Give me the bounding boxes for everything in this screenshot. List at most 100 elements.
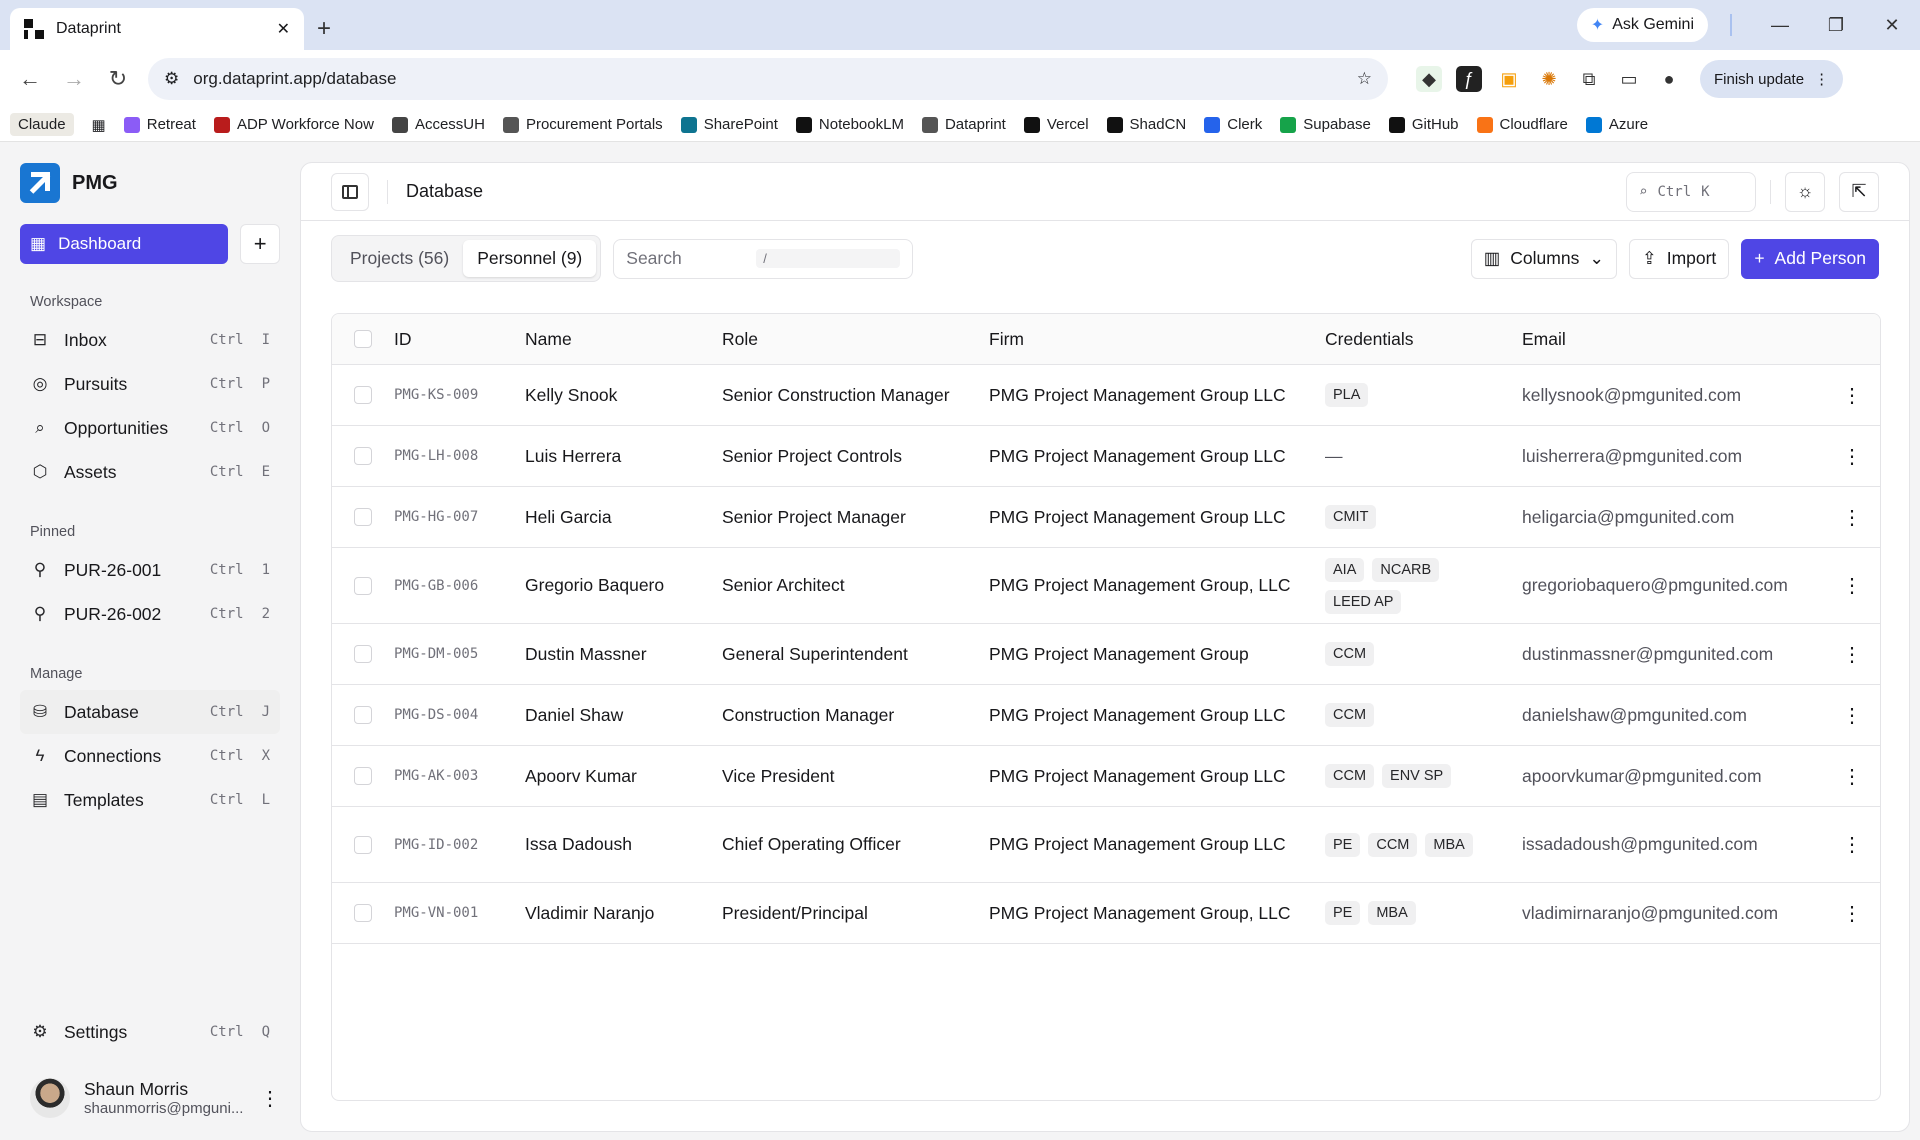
sidebar-item-templates[interactable]: ▤ Templates Ctrl L xyxy=(20,778,280,822)
add-person-button[interactable]: + Add Person xyxy=(1741,238,1879,279)
row-checkbox[interactable] xyxy=(354,447,372,465)
close-window-icon[interactable]: ✕ xyxy=(1864,15,1920,36)
sidebar-item-assets[interactable]: ⬡ Assets Ctrl E xyxy=(20,450,280,494)
back-icon[interactable]: ← xyxy=(10,59,50,99)
header-id[interactable]: ID xyxy=(394,329,525,350)
bookmark-dataprint[interactable]: Dataprint xyxy=(921,116,1006,133)
ask-gemini-button[interactable]: ✦ Ask Gemini xyxy=(1576,8,1708,42)
extension-icon[interactable]: ▣ xyxy=(1496,66,1522,92)
row-checkbox[interactable] xyxy=(354,645,372,663)
finish-update-button[interactable]: Finish update ⋮ xyxy=(1700,60,1844,98)
sidebar-item-pursuits[interactable]: ◎ Pursuits Ctrl P xyxy=(20,362,280,406)
browser-tab[interactable]: Dataprint ✕ xyxy=(10,8,304,50)
table-row[interactable]: PMG-GB-006 Gregorio Baquero Senior Archi… xyxy=(332,548,1880,624)
table-row[interactable]: PMG-AK-003 Apoorv Kumar Vice President P… xyxy=(332,746,1880,807)
sidebar-item-database[interactable]: ⛁ Database Ctrl J xyxy=(20,690,280,734)
header-firm[interactable]: Firm xyxy=(989,329,1325,350)
close-tab-icon[interactable]: ✕ xyxy=(277,19,290,39)
row-checkbox[interactable] xyxy=(354,706,372,724)
bookmark-clerk[interactable]: Clerk xyxy=(1204,116,1262,133)
sidebar-item-settings[interactable]: ⚙ Settings Ctrl Q xyxy=(20,1010,280,1054)
apps-icon[interactable]: ▦ xyxy=(92,116,106,134)
row-checkbox[interactable] xyxy=(354,904,372,922)
row-menu-icon[interactable]: ⋮ xyxy=(1824,703,1880,728)
url-text: org.dataprint.app/database xyxy=(193,69,397,88)
header-name[interactable]: Name xyxy=(525,329,722,350)
select-all-checkbox[interactable] xyxy=(354,330,372,348)
table-row[interactable]: PMG-HG-007 Heli Garcia Senior Project Ma… xyxy=(332,487,1880,548)
bookmark-vercel[interactable]: Vercel xyxy=(1023,116,1089,133)
claude-extension-icon[interactable]: ✺ xyxy=(1536,66,1562,92)
header-email[interactable]: Email xyxy=(1522,329,1824,350)
tab-personnel[interactable]: Personnel (9) xyxy=(463,240,597,277)
new-tab-button[interactable]: + xyxy=(304,8,344,50)
theme-toggle-button[interactable]: ☼ xyxy=(1785,171,1825,212)
bookmark-claude[interactable]: Claude xyxy=(10,113,74,136)
command-search-button[interactable]: ⌕ Ctrl K xyxy=(1626,171,1756,212)
sidebar-item-pur-26-002[interactable]: ⚲ PUR-26-002 Ctrl 2 xyxy=(20,592,280,636)
bookmark-shadcn[interactable]: ShadCN xyxy=(1106,116,1186,133)
puzzle-icon[interactable]: ⧉ xyxy=(1576,66,1602,92)
profile-icon[interactable]: ● xyxy=(1656,66,1682,92)
bookmark-procurement-portals[interactable]: Procurement Portals xyxy=(502,116,663,133)
table-row[interactable]: PMG-VN-001 Vladimir Naranjo President/Pr… xyxy=(332,883,1880,944)
user-profile[interactable]: Shaun Morris shaunmorris@pmguni... ⋮ xyxy=(30,1078,280,1118)
table-row[interactable]: PMG-ID-002 Issa Dadoush Chief Operating … xyxy=(332,807,1880,883)
columns-button[interactable]: ▥ Columns ⌄ xyxy=(1470,238,1618,279)
external-link-button[interactable]: ⇱ xyxy=(1839,171,1879,212)
row-menu-icon[interactable]: ⋮ xyxy=(1824,383,1880,408)
bookmark-cloudflare[interactable]: Cloudflare xyxy=(1476,116,1568,133)
search-input[interactable]: Search / xyxy=(613,238,914,279)
add-button[interactable]: + xyxy=(240,224,280,264)
table-row[interactable]: PMG-LH-008 Luis Herrera Senior Project C… xyxy=(332,426,1880,487)
bookmark-accessuh[interactable]: AccessUH xyxy=(391,116,485,133)
minimize-icon[interactable]: — xyxy=(1752,15,1808,36)
reload-icon[interactable]: ↻ xyxy=(98,59,138,99)
header-credentials[interactable]: Credentials xyxy=(1325,329,1522,350)
sidebar-item-connections[interactable]: ϟ Connections Ctrl X xyxy=(20,734,280,778)
bookmark-retreat[interactable]: Retreat xyxy=(123,116,196,133)
sidebar-item-pur-26-001[interactable]: ⚲ PUR-26-001 Ctrl 1 xyxy=(20,548,280,592)
row-menu-icon[interactable]: ⋮ xyxy=(1824,764,1880,789)
row-checkbox[interactable] xyxy=(354,835,372,854)
cast-icon[interactable]: ▭ xyxy=(1616,66,1642,92)
table-row[interactable]: PMG-DS-004 Daniel Shaw Construction Mana… xyxy=(332,685,1880,746)
bolt-icon: ϟ xyxy=(35,746,45,765)
bookmark-supabase[interactable]: Supabase xyxy=(1280,116,1371,133)
bookmark-github[interactable]: GitHub xyxy=(1388,116,1459,133)
table-row[interactable]: PMG-DM-005 Dustin Massner General Superi… xyxy=(332,624,1880,685)
row-checkbox[interactable] xyxy=(354,386,372,404)
row-menu-icon[interactable]: ⋮ xyxy=(1824,832,1880,857)
bookmark-adp-workforce-now[interactable]: ADP Workforce Now xyxy=(213,116,374,133)
row-checkbox[interactable] xyxy=(354,767,372,785)
shortcut: Ctrl J xyxy=(209,704,270,720)
row-checkbox[interactable] xyxy=(354,576,372,595)
extension-icon[interactable]: ƒ xyxy=(1456,66,1482,92)
row-menu-icon[interactable]: ⋮ xyxy=(1824,901,1880,926)
bookmark-azure[interactable]: Azure xyxy=(1585,116,1648,133)
row-menu-icon[interactable]: ⋮ xyxy=(1824,642,1880,667)
table-row[interactable]: PMG-KS-009 Kelly Snook Senior Constructi… xyxy=(332,365,1880,426)
forward-icon[interactable]: → xyxy=(54,59,94,99)
address-bar[interactable]: ⚙ org.dataprint.app/database ☆ xyxy=(148,58,1388,100)
site-info-icon[interactable]: ⚙ xyxy=(164,69,179,89)
dashboard-button[interactable]: ▦ Dashboard xyxy=(20,224,229,264)
tab-projects[interactable]: Projects (56) xyxy=(336,240,463,277)
sidebar-item-inbox[interactable]: ⊟ Inbox Ctrl I xyxy=(20,318,280,362)
sidebar-item-opportunities[interactable]: ⌕ Opportunities Ctrl O xyxy=(20,406,280,450)
bookmark-sharepoint[interactable]: SharePoint xyxy=(680,116,778,133)
row-checkbox[interactable] xyxy=(354,508,372,526)
user-name: Shaun Morris xyxy=(84,1079,189,1099)
extensions: ◆ ƒ ▣ ✺ ⧉ ▭ ● xyxy=(1416,66,1682,92)
row-menu-icon[interactable]: ⋮ xyxy=(1824,444,1880,469)
row-menu-icon[interactable]: ⋮ xyxy=(1824,573,1880,598)
import-button[interactable]: ⇪ Import xyxy=(1629,238,1730,279)
restore-icon[interactable]: ❐ xyxy=(1808,15,1864,36)
extension-icon[interactable]: ◆ xyxy=(1416,66,1442,92)
bookmark-star-icon[interactable]: ☆ xyxy=(1357,69,1372,89)
header-role[interactable]: Role xyxy=(722,329,989,350)
row-menu-icon[interactable]: ⋮ xyxy=(1824,505,1880,530)
toggle-sidebar-button[interactable] xyxy=(331,172,369,211)
bookmark-notebooklm[interactable]: NotebookLM xyxy=(795,116,904,133)
user-menu-icon[interactable]: ⋮ xyxy=(260,1086,280,1111)
